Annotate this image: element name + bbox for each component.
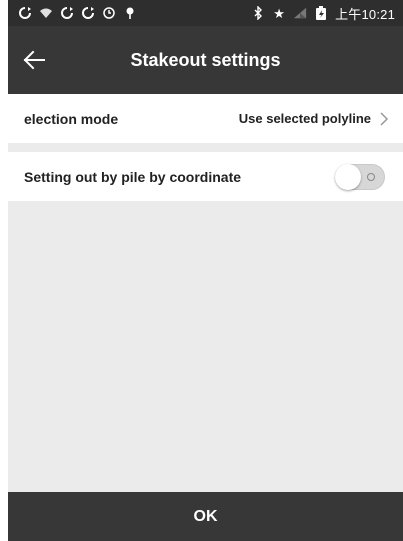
bluetooth-icon: [251, 6, 265, 20]
app-frame: ★ 上午10:21 Stakeout settings election mod…: [8, 0, 403, 541]
star-icon: ★: [273, 5, 285, 21]
signal-icon: [293, 6, 307, 20]
pile-by-coordinate-row: Setting out by pile by coordinate: [8, 152, 403, 201]
pile-by-coordinate-label: Setting out by pile by coordinate: [24, 168, 242, 185]
toggle-off-icon: [367, 172, 375, 181]
selection-mode-label: election mode: [24, 110, 119, 127]
app-bar: Stakeout settings: [8, 26, 403, 94]
status-bar: ★ 上午10:21: [8, 0, 403, 26]
location-icon: [123, 6, 137, 20]
chevron-right-icon: [379, 111, 391, 127]
back-arrow-icon: [23, 50, 45, 70]
ok-button-label: OK: [193, 507, 218, 525]
toggle-knob: [335, 163, 361, 190]
section-divider: [8, 143, 403, 152]
selection-mode-value: Use selected polyline: [238, 111, 371, 126]
pile-by-coordinate-toggle[interactable]: [335, 163, 385, 190]
sync-icon: [18, 6, 32, 20]
status-time: 上午10:21: [335, 6, 395, 22]
content-area: [8, 210, 403, 492]
wifi-icon: [39, 6, 53, 20]
sync-icon: [81, 6, 95, 20]
battery-icon: [314, 6, 328, 20]
back-button[interactable]: [12, 38, 56, 82]
status-right: ★ 上午10:21: [251, 4, 395, 23]
ok-button[interactable]: OK: [8, 492, 403, 541]
clock-icon: [102, 6, 116, 20]
sync-icon: [60, 6, 74, 20]
page-title: Stakeout settings: [130, 49, 281, 70]
selection-mode-row[interactable]: election mode Use selected polyline: [8, 94, 403, 143]
status-left: [18, 6, 137, 20]
